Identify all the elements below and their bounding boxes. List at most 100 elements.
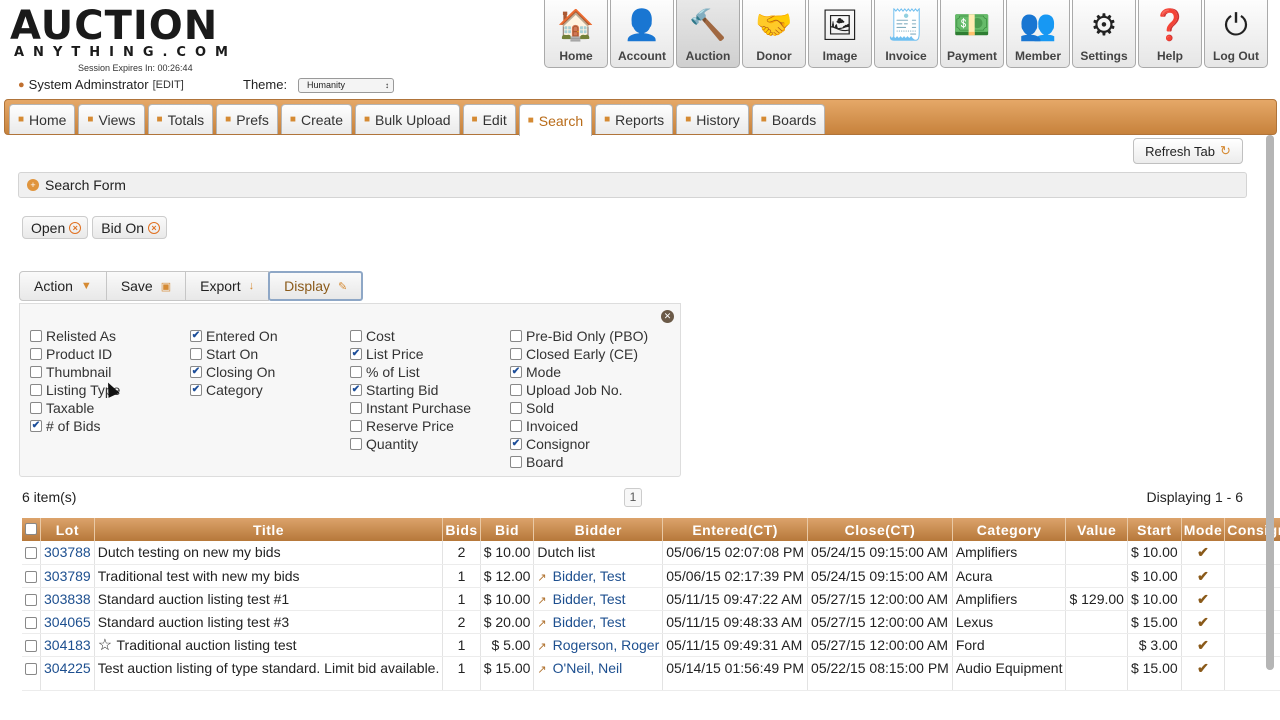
option-entered-on[interactable]: ✔ Entered On (190, 327, 278, 345)
filter-chip-open[interactable]: Open × (22, 216, 89, 239)
table-row[interactable]: 304225 Test auction listing of type stand… (22, 656, 1280, 691)
table-row[interactable]: 303789 Traditional test with new my bids 1… (22, 564, 1280, 588)
topnav-auction-button[interactable]: 🔨 Auction (676, 0, 740, 68)
option-reserve-price[interactable]: Reserve Price (350, 417, 471, 435)
auction-anything-logo[interactable]: AUCTION ANYTHING.COM (10, 6, 250, 59)
option-starting-bid[interactable]: ✔ Starting Bid (350, 381, 471, 399)
topnav-help-button[interactable]: ❓ Help (1138, 0, 1202, 68)
option-cost[interactable]: Cost (350, 327, 471, 345)
bidder-name[interactable]: O'Neil, Neil (553, 660, 623, 676)
column-header-mode[interactable]: Mode (1181, 518, 1226, 541)
table-row[interactable]: 303788 Dutch testing on new my bids 2 $ 10.… (22, 541, 1280, 565)
option-mode[interactable]: ✔ Mode (510, 363, 648, 381)
option-quantity[interactable]: Quantity (350, 435, 471, 453)
bidder-name[interactable]: Rogerson, Roger (553, 637, 660, 653)
column-header-entered-ct[interactable]: Entered(CT) (662, 518, 809, 541)
checkbox-pre-bid-only-pbo[interactable] (510, 330, 522, 342)
checkbox-board[interactable] (510, 456, 522, 468)
option-sold[interactable]: Sold (510, 399, 648, 417)
topnav-account-button[interactable]: 👤 Account (610, 0, 674, 68)
edit-user-link[interactable]: [EDIT] (153, 79, 184, 91)
topnav-image-button[interactable]: 🖼 Image (808, 0, 872, 68)
topnav-home-button[interactable]: 🏠 Home (544, 0, 608, 68)
checkbox-sold[interactable] (510, 402, 522, 414)
column-header-category[interactable]: Category (952, 518, 1067, 541)
search-form-header[interactable]: + Search Form (18, 172, 1247, 198)
checkbox-quantity[interactable] (350, 438, 362, 450)
column-header-value[interactable]: Value (1065, 518, 1128, 541)
column-header-bids[interactable]: Bids (442, 518, 481, 541)
tab-views[interactable]: ■ Views (78, 104, 145, 134)
save-button[interactable]: Save ▣ (105, 271, 187, 301)
lot-number-link[interactable]: 304183 (40, 633, 95, 657)
lot-number-link[interactable]: 304065 (40, 610, 95, 634)
lot-number-link[interactable]: 303838 (40, 587, 95, 611)
lot-number-link[interactable]: 303788 (40, 541, 95, 565)
tab-prefs[interactable]: ■ Prefs (216, 104, 278, 134)
option-instant-purchase[interactable]: Instant Purchase (350, 399, 471, 417)
checkbox-of-bids[interactable]: ✔ (30, 420, 42, 432)
checkbox-list-price[interactable]: ✔ (350, 348, 362, 360)
tab-boards[interactable]: ■ Boards (751, 104, 826, 134)
checkbox-start-on[interactable] (190, 348, 202, 360)
column-header-close-ct[interactable]: Close(CT) (807, 518, 953, 541)
option-of-list[interactable]: % of List (350, 363, 471, 381)
checkbox-category[interactable]: ✔ (190, 384, 202, 396)
display-button[interactable]: Display ✎ (268, 271, 364, 301)
page-scrollbar[interactable] (1266, 135, 1274, 670)
close-icon[interactable]: ✕ (661, 310, 674, 323)
column-header-lot[interactable]: Lot (40, 518, 95, 541)
option-upload-job-no[interactable]: Upload Job No. (510, 381, 648, 399)
select-all-checkbox[interactable] (25, 522, 37, 535)
scrollbar-thumb[interactable] (1266, 135, 1274, 670)
theme-select[interactable]: Humanity ↕ (298, 78, 394, 93)
checkbox-closed-early-ce[interactable] (510, 348, 522, 360)
tab-bulk-upload[interactable]: ■ Bulk Upload (354, 104, 460, 134)
topnav-log-out-button[interactable]: ⏻ Log Out (1204, 0, 1268, 68)
option-invoiced[interactable]: Invoiced (510, 417, 648, 435)
table-row[interactable]: 304183 ☆ Traditional auction listing test… (22, 633, 1280, 657)
row-checkbox[interactable] (25, 570, 37, 583)
topnav-donor-button[interactable]: 🤝 Donor (742, 0, 806, 68)
bidder-name[interactable]: Bidder, Test (553, 568, 626, 584)
checkbox-product-id[interactable] (30, 348, 42, 360)
tab-search[interactable]: ■ Search (518, 104, 593, 136)
option-board[interactable]: Board (510, 453, 648, 471)
option-pre-bid-only-pbo[interactable]: Pre-Bid Only (PBO) (510, 327, 648, 345)
tab-reports[interactable]: ■ Reports (595, 104, 674, 134)
option-product-id[interactable]: Product ID (30, 345, 120, 363)
checkbox-instant-purchase[interactable] (350, 402, 362, 414)
tab-edit[interactable]: ■ Edit (462, 104, 516, 134)
action-button[interactable]: Action ▼ (19, 271, 107, 301)
filter-chip-bid-on[interactable]: Bid On × (92, 216, 168, 239)
bidder-name[interactable]: Bidder, Test (553, 591, 626, 607)
option-thumbnail[interactable]: Thumbnail (30, 363, 120, 381)
checkbox-mode[interactable]: ✔ (510, 366, 522, 378)
external-link-icon[interactable]: ↗ (537, 618, 546, 630)
option-consignor[interactable]: ✔ Consignor (510, 435, 648, 453)
option-start-on[interactable]: Start On (190, 345, 278, 363)
external-link-icon[interactable]: ↗ (537, 664, 546, 676)
row-checkbox[interactable] (25, 662, 37, 675)
tab-home[interactable]: ■ Home (9, 104, 76, 134)
column-header-bid[interactable]: Bid (480, 518, 535, 541)
checkbox-upload-job-no[interactable] (510, 384, 522, 396)
topnav-settings-button[interactable]: ⚙ Settings (1072, 0, 1136, 68)
table-row[interactable]: 304065 Standard auction listing test #3 2 $… (22, 610, 1280, 634)
row-checkbox[interactable] (25, 616, 37, 629)
remove-filter-icon[interactable]: × (148, 221, 161, 234)
option-list-price[interactable]: ✔ List Price (350, 345, 471, 363)
refresh-tab-button[interactable]: Refresh Tab ↻ (1133, 138, 1243, 164)
checkbox-invoiced[interactable] (510, 420, 522, 432)
checkbox-starting-bid[interactable]: ✔ (350, 384, 362, 396)
column-header-start[interactable]: Start (1127, 518, 1182, 541)
table-row[interactable]: 303838 Standard auction listing test #1 1 $… (22, 587, 1280, 611)
tab-totals[interactable]: ■ Totals (147, 104, 214, 134)
select-all-header[interactable] (22, 518, 41, 541)
external-link-icon[interactable]: ↗ (537, 641, 546, 653)
row-checkbox[interactable] (25, 593, 37, 606)
remove-filter-icon[interactable]: × (69, 221, 82, 234)
checkbox-closing-on[interactable]: ✔ (190, 366, 202, 378)
checkbox-consignor[interactable]: ✔ (510, 438, 522, 450)
export-button[interactable]: Export ↓ (185, 271, 270, 301)
